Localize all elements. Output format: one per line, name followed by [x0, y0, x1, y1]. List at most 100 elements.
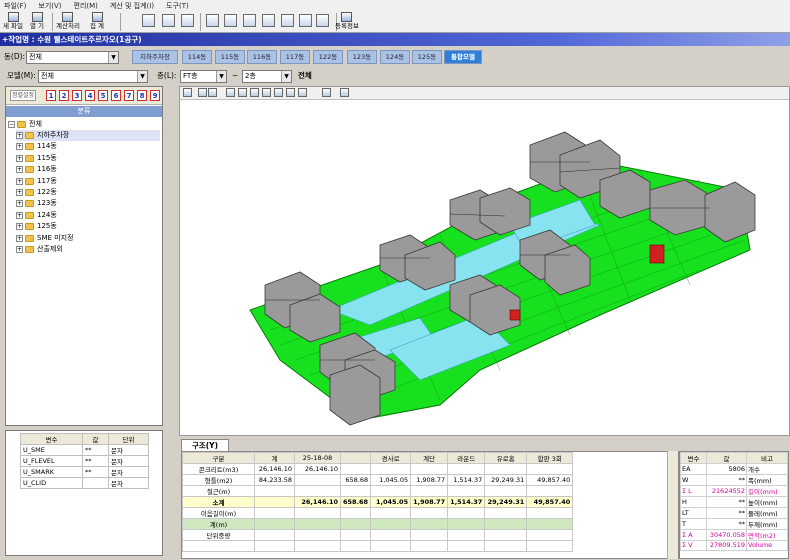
tree-item[interactable]: +117동 [16, 176, 160, 187]
shading-icon[interactable] [340, 88, 349, 97]
expand-icon[interactable]: + [16, 223, 23, 231]
open-button[interactable]: 열 기 [30, 12, 44, 32]
quantity-row[interactable]: 계(m) [182, 518, 574, 530]
menu-calc[interactable]: 계산 및 집계(I) [110, 1, 154, 11]
expand-icon[interactable]: + [16, 234, 23, 242]
folder-icon [25, 154, 34, 162]
level-2-button[interactable]: 2 [59, 90, 69, 101]
level-3-button[interactable]: 3 [72, 90, 82, 101]
tree-item[interactable]: +115동 [16, 153, 160, 164]
quantity-row[interactable]: 콘크리트(m3) 26,146.10 26,146.10 [182, 463, 574, 475]
edit-doc-icon[interactable] [224, 14, 237, 27]
zoom-out-icon[interactable] [181, 14, 194, 27]
view-front-icon[interactable] [226, 88, 235, 97]
pencil-icon[interactable] [281, 14, 294, 27]
tree-item[interactable]: + 산출제외 [16, 244, 160, 255]
sum-button[interactable]: 집 계 [90, 12, 104, 32]
model-select[interactable]: 전체 ▼ [38, 70, 148, 83]
window-icon[interactable] [206, 14, 219, 27]
tab-7[interactable]: 124동 [380, 50, 410, 64]
view-bottom-icon[interactable] [286, 88, 295, 97]
tab-5[interactable]: 122동 [313, 50, 343, 64]
level-1-button[interactable]: 1 [46, 90, 56, 101]
chevron-down-icon: ▼ [108, 52, 118, 63]
tree-item[interactable]: +125동 [16, 221, 160, 232]
tree-item[interactable]: +114동 [16, 141, 160, 152]
level-5-button[interactable]: 5 [98, 90, 108, 101]
expand-icon[interactable]: + [16, 154, 23, 162]
tab-structure[interactable]: 구조(Y) [181, 439, 229, 451]
floor-from-select[interactable]: FT층 ▼ [180, 70, 227, 83]
view-left-icon[interactable] [250, 88, 259, 97]
level-6-button[interactable]: 6 [111, 90, 121, 101]
variable-row[interactable]: U_SME ** 문자 [20, 444, 149, 456]
expand-icon[interactable]: + [16, 189, 23, 196]
tab-3[interactable]: 116동 [247, 50, 277, 64]
zoom-in-icon[interactable] [162, 14, 175, 27]
quantity-row[interactable]: 단위중량 [182, 529, 574, 541]
variable-row[interactable]: U_SMARK ** 문자 [20, 466, 149, 478]
quantity-row[interactable]: 철근(m) [182, 485, 574, 497]
expand-icon[interactable]: + [16, 166, 23, 174]
expand-icon[interactable]: + [16, 143, 23, 151]
tree-item[interactable]: +122동 [16, 187, 160, 198]
view-right-icon[interactable] [262, 88, 271, 97]
menu-edit[interactable]: 편리(M) [74, 1, 98, 11]
tree-root[interactable]: − 전체 [8, 119, 42, 130]
chart-icon[interactable] [299, 14, 312, 27]
view-back-icon[interactable] [238, 88, 247, 97]
expand-icon[interactable]: + [16, 132, 23, 139]
tab-1[interactable]: 114동 [182, 50, 212, 64]
tab-6[interactable]: 123동 [347, 50, 377, 64]
variable-row[interactable]: U_FLEVEL ** 문자 [20, 455, 149, 467]
grid-toggle-icon[interactable] [322, 88, 331, 97]
menu-view[interactable]: 보기(V) [38, 1, 61, 11]
tree-item[interactable]: + 지하주차장 [16, 130, 160, 141]
new-file-button[interactable]: 새 파일 [3, 12, 23, 32]
expand-icon[interactable]: + [16, 177, 23, 185]
view-top-icon[interactable] [274, 88, 283, 97]
fit-view-icon[interactable] [183, 88, 192, 97]
render-icon[interactable] [198, 88, 207, 97]
expand-icon[interactable]: + [16, 211, 23, 219]
zoom-icon[interactable] [142, 14, 155, 27]
tree-item[interactable]: +124동 [16, 210, 160, 221]
level-8-button[interactable]: 8 [137, 90, 147, 101]
tab-0[interactable]: 지하주차장 [132, 50, 178, 64]
quantity-row[interactable]: 형틀(m2) 84,233.58 658.68 1,045.05 1,908.77 1,5… [182, 474, 574, 486]
tree-item[interactable]: + SME 미지정 [16, 233, 160, 244]
floor-to-select[interactable]: 2층 ▼ [242, 70, 292, 83]
variable-row[interactable]: U_CLID 문자 [20, 477, 149, 489]
quantity-row[interactable]: 소계 26,146.10 658.68 1,045.05 1,908.77 1,514.3… [182, 496, 574, 508]
settings-icon[interactable] [208, 88, 217, 97]
level-7-button[interactable]: 7 [124, 90, 134, 101]
result-variable-panel: 변수 값 비고 EA 5806 개수 W ** 폭(mm) Σ L 21624552 길이(mm… [679, 451, 789, 559]
level-9-button[interactable]: 9 [150, 90, 160, 101]
register-info-button[interactable]: 등록정보 [335, 12, 359, 32]
tree-item[interactable]: +116동 [16, 164, 160, 175]
expand-icon[interactable]: + [16, 246, 23, 253]
tree-item-label: 123동 [37, 199, 57, 208]
collapse-icon[interactable]: − [8, 121, 15, 128]
3d-model-viewport[interactable] [179, 86, 790, 436]
tab-8[interactable]: 125동 [412, 50, 442, 64]
quantity-row[interactable] [182, 540, 574, 552]
calc-button[interactable]: 계산처리 [56, 12, 80, 32]
menu-file[interactable]: 파일(F) [4, 1, 26, 11]
menu-tools[interactable]: 도구(T) [166, 1, 189, 11]
property-icon[interactable] [262, 14, 275, 27]
sort-setting-button[interactable]: 정렬설정 [10, 90, 36, 101]
expand-icon[interactable]: + [16, 200, 23, 208]
tab-9[interactable]: 통합모델 [444, 50, 482, 64]
tree-item[interactable]: +123동 [16, 198, 160, 209]
level-4-button[interactable]: 4 [85, 90, 95, 101]
tab-4[interactable]: 117동 [280, 50, 310, 64]
quantity-row[interactable]: 이음길이(m) [182, 507, 574, 519]
dong-select[interactable]: 전체 ▼ [26, 51, 119, 64]
tab-2[interactable]: 115동 [215, 50, 245, 64]
grid-scrollbar[interactable] [667, 451, 678, 559]
result-variable-row: H ** 높이(mm) [680, 496, 788, 508]
view-iso-icon[interactable] [298, 88, 307, 97]
list-icon[interactable] [243, 14, 256, 27]
dots-icon[interactable] [316, 14, 329, 27]
